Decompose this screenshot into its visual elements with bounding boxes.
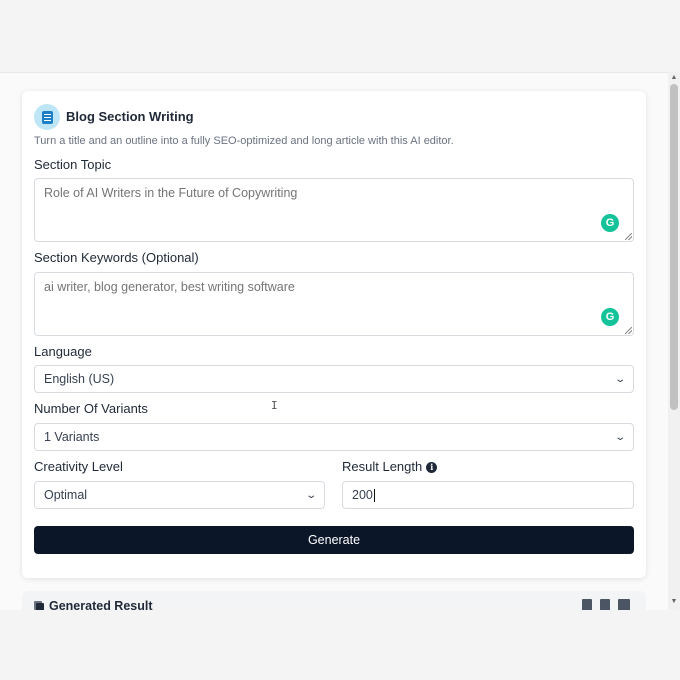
result-length-label: Result Length: [342, 459, 423, 474]
generated-result-panel: Generated Result: [22, 591, 646, 610]
generated-result-title: Generated Result: [49, 599, 153, 610]
scroll-down-arrow-icon[interactable]: ▼: [668, 598, 680, 606]
scroll-up-arrow-icon[interactable]: ▲: [668, 74, 680, 82]
language-label: Language: [34, 344, 92, 359]
top-letterbox: [0, 0, 680, 72]
result-length-value: 200: [352, 488, 373, 502]
section-topic-label: Section Topic: [34, 157, 112, 172]
vertical-scrollbar[interactable]: ▲ ▼: [668, 72, 680, 610]
card-title: Blog Section Writing: [66, 109, 194, 124]
scrollbar-thumb[interactable]: [670, 84, 678, 410]
creativity-select[interactable]: Optimal ⌄: [34, 481, 325, 509]
text-caret: [373, 488, 375, 502]
save-document-icon[interactable]: [582, 599, 592, 610]
grammarly-icon[interactable]: G: [601, 308, 619, 326]
language-select[interactable]: English (US) ⌄: [34, 365, 634, 393]
stack-icon: [34, 600, 45, 610]
page-viewport: Blog Section Writing Turn a title and an…: [0, 72, 668, 610]
export-pdf-icon[interactable]: [600, 599, 610, 610]
resize-handle[interactable]: [625, 327, 632, 334]
card-subtitle: Turn a title and an outline into a fully…: [34, 135, 454, 147]
resize-handle[interactable]: [625, 233, 632, 240]
variants-selected-value: 1 Variants: [44, 430, 100, 444]
chevron-down-icon: ⌄: [304, 489, 317, 501]
generated-result-header: Generated Result: [34, 599, 153, 610]
grammarly-icon[interactable]: G: [601, 214, 619, 232]
bottom-letterbox: [0, 610, 680, 680]
generate-button[interactable]: Generate: [34, 526, 634, 554]
info-icon[interactable]: i: [426, 462, 438, 473]
variants-label: Number Of Variants: [34, 401, 148, 416]
document-icon: [34, 104, 60, 130]
blog-section-form-card: Blog Section Writing Turn a title and an…: [22, 91, 646, 578]
creativity-label: Creativity Level: [34, 459, 123, 474]
chevron-down-icon: ⌄: [613, 431, 626, 443]
variants-select[interactable]: 1 Variants ⌄: [34, 423, 634, 451]
section-keywords-label: Section Keywords (Optional): [34, 250, 199, 265]
copy-icon[interactable]: [618, 599, 630, 610]
language-selected-value: English (US): [44, 372, 115, 386]
chevron-down-icon: ⌄: [613, 373, 626, 385]
text-cursor-icon: I: [271, 399, 278, 412]
creativity-selected-value: Optimal: [44, 488, 88, 502]
section-keywords-input[interactable]: [34, 272, 634, 336]
section-topic-input[interactable]: [34, 178, 634, 242]
result-length-input[interactable]: 200: [342, 481, 634, 509]
result-length-label-row: Result Length i: [342, 459, 438, 474]
